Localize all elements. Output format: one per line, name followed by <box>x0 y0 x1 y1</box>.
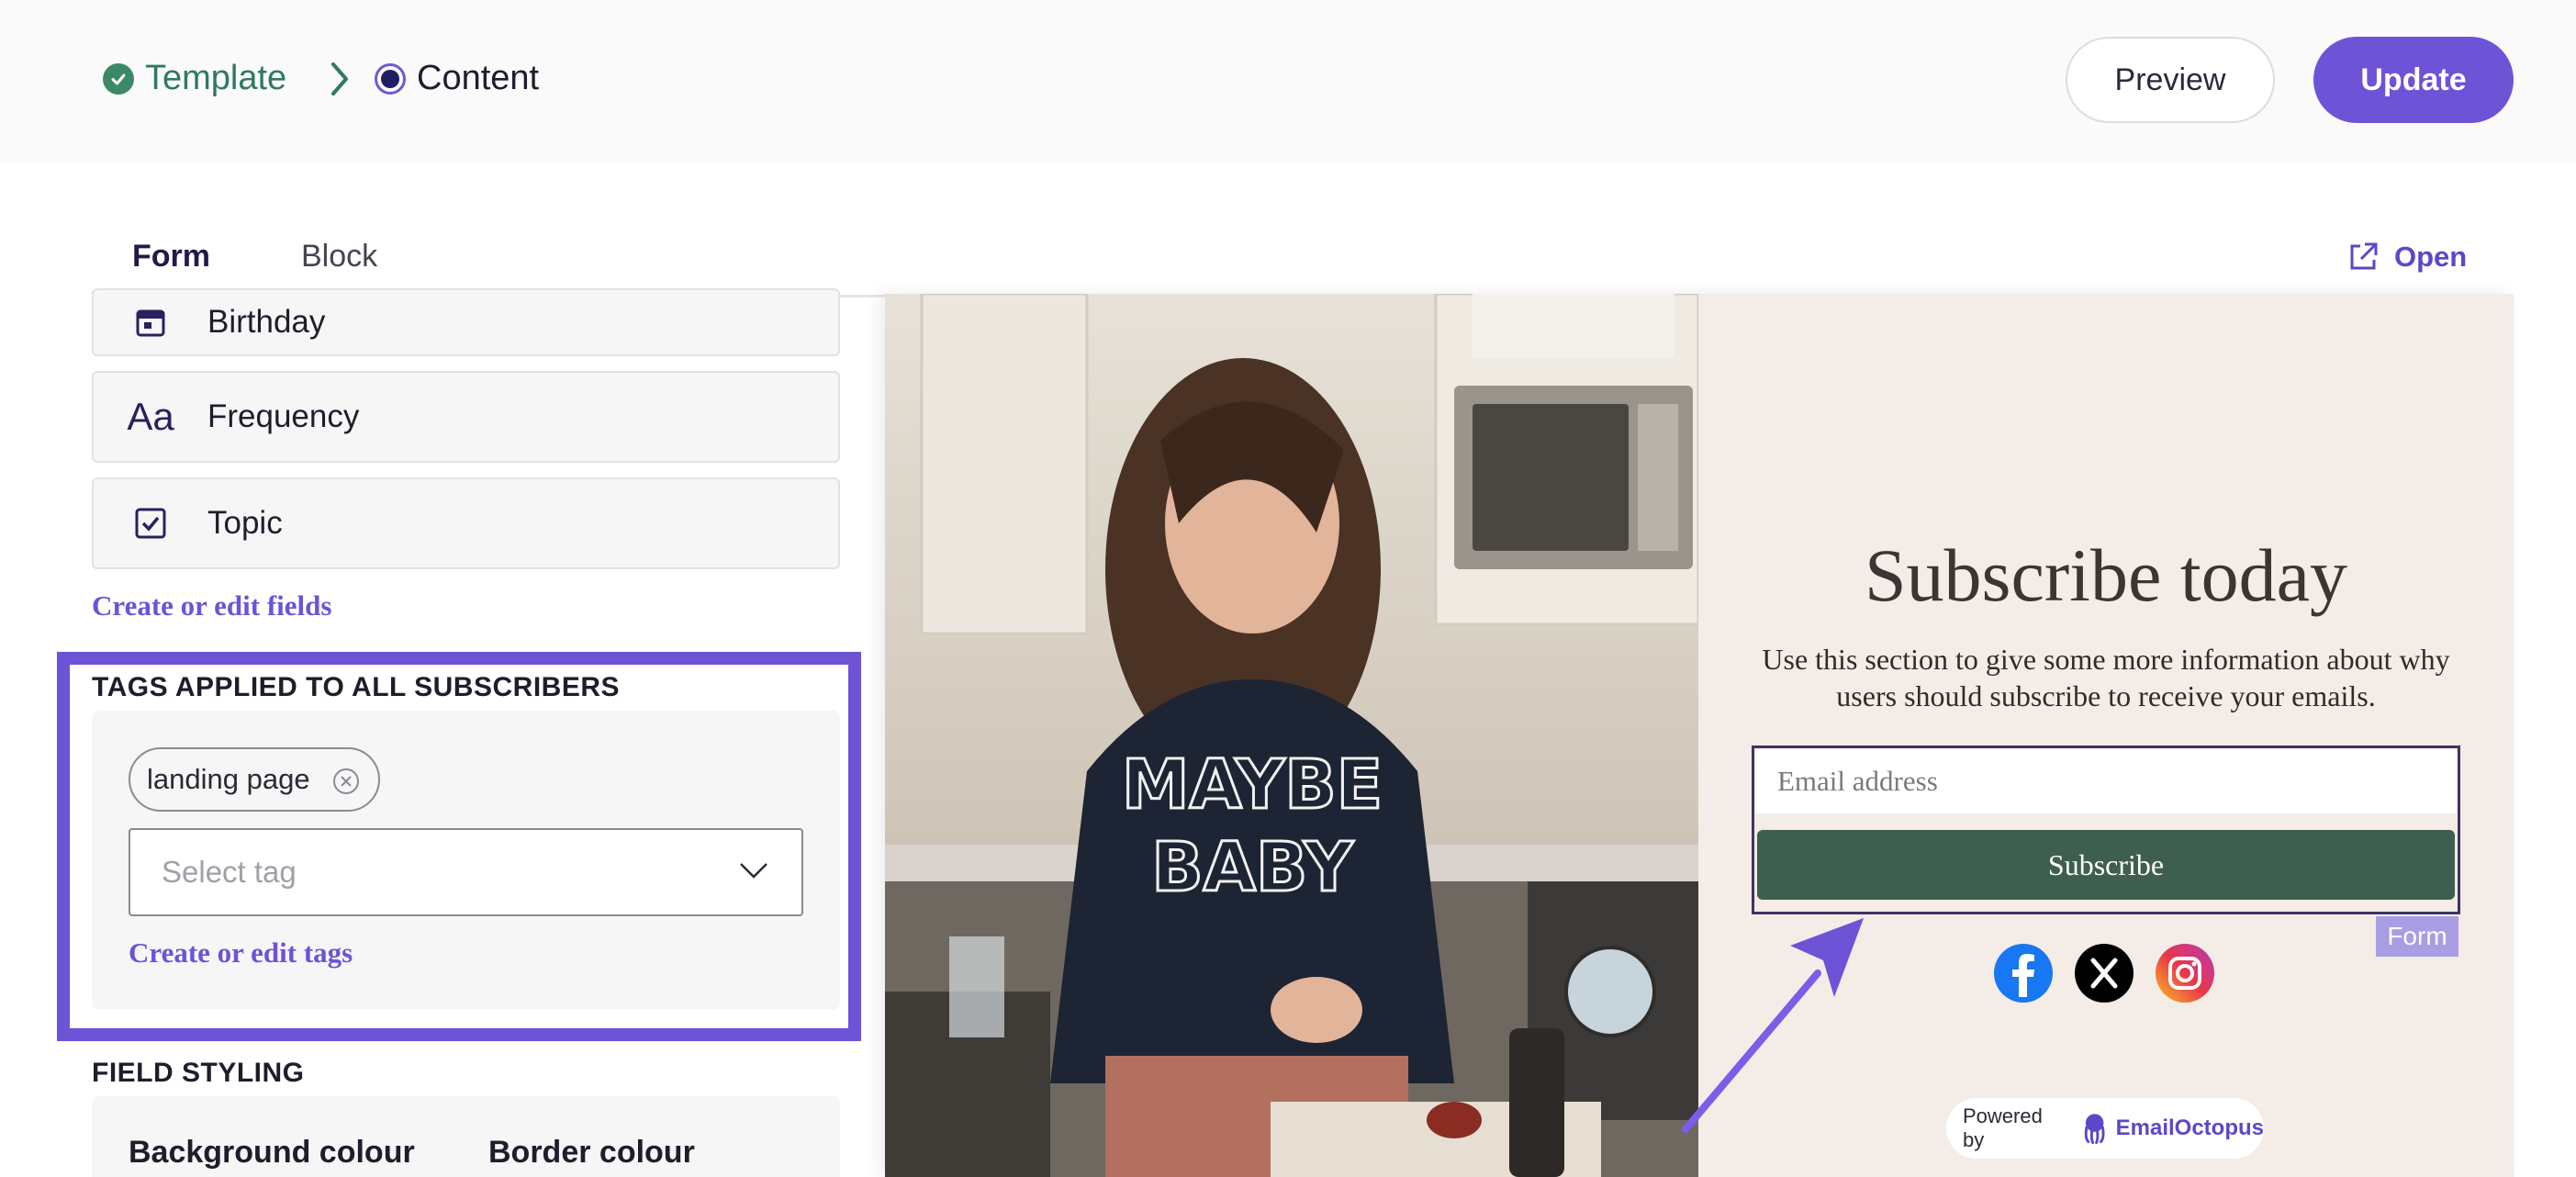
editor-tabs: Form Block <box>92 230 890 297</box>
open-label: Open <box>2394 241 2468 273</box>
remove-tag-icon[interactable] <box>332 768 360 795</box>
email-field[interactable] <box>1755 749 2457 813</box>
form-badge: Form <box>2376 916 2458 957</box>
x-icon[interactable] <box>2075 944 2134 1003</box>
calendar-icon <box>94 306 207 339</box>
checkbox-icon <box>94 507 207 540</box>
field-label: Topic <box>207 505 283 541</box>
facebook-icon[interactable] <box>1994 944 2053 1003</box>
field-frequency[interactable]: Aa Frequency <box>92 371 840 463</box>
tag-chip: landing page <box>129 747 380 812</box>
powered-by-badge[interactable]: Powered by EmailOctopus <box>1946 1098 2264 1159</box>
subscribe-button[interactable]: Subscribe <box>1757 830 2455 900</box>
annotation-arrow-icon <box>1682 918 1864 1133</box>
tag-chip-label: landing page <box>147 763 310 795</box>
field-styling-title: FIELD STYLING <box>92 1058 305 1088</box>
svg-text:MAYBE: MAYBE <box>1122 745 1383 824</box>
field-label: Frequency <box>207 398 360 434</box>
preview-title: Subscribe today <box>1864 533 2348 617</box>
field-birthday[interactable]: Birthday <box>92 288 840 356</box>
create-edit-fields-link[interactable]: Create or edit fields <box>92 589 331 622</box>
border-colour-label: Border colour <box>488 1135 695 1170</box>
create-edit-tags-link[interactable]: Create or edit tags <box>129 936 353 970</box>
background-colour-label: Background colour <box>129 1135 415 1170</box>
field-label: Birthday <box>207 304 326 340</box>
update-button[interactable]: Update <box>2313 37 2514 123</box>
brand-name: EmailOctopus <box>2115 1115 2264 1140</box>
instagram-icon[interactable] <box>2156 944 2214 1003</box>
tab-block[interactable]: Block <box>301 239 377 275</box>
chevron-right-icon <box>331 62 348 95</box>
preview-button[interactable]: Preview <box>2066 37 2275 123</box>
check-icon <box>103 62 134 95</box>
hero-photo: MAYBE BABY <box>885 294 1698 1177</box>
breadcrumb-step-content[interactable]: Content <box>375 59 539 98</box>
tags-section-title: TAGS APPLIED TO ALL SUBSCRIBERS <box>92 672 620 702</box>
text-aa-icon: Aa <box>127 395 174 438</box>
open-preview-link[interactable]: Open <box>2346 241 2467 274</box>
preview-description: Use this section to give some more infor… <box>1762 643 2450 712</box>
octopus-logo-icon <box>2085 1114 2105 1144</box>
tab-form[interactable]: Form <box>132 239 210 275</box>
svg-text:BABY: BABY <box>1151 828 1354 907</box>
external-link-icon <box>2350 242 2378 270</box>
select-tag-placeholder: Select tag <box>162 855 297 889</box>
field-topic[interactable]: Topic <box>92 477 840 569</box>
breadcrumb-content-label: Content <box>417 59 540 97</box>
select-tag-dropdown[interactable]: Select tag <box>129 828 803 916</box>
active-step-icon <box>375 62 406 95</box>
powered-by-label: Powered by <box>1963 1104 2043 1151</box>
chevron-down-icon <box>740 863 767 879</box>
breadcrumb-template-label: Template <box>145 59 287 97</box>
breadcrumb-step-template[interactable]: Template <box>103 59 286 98</box>
